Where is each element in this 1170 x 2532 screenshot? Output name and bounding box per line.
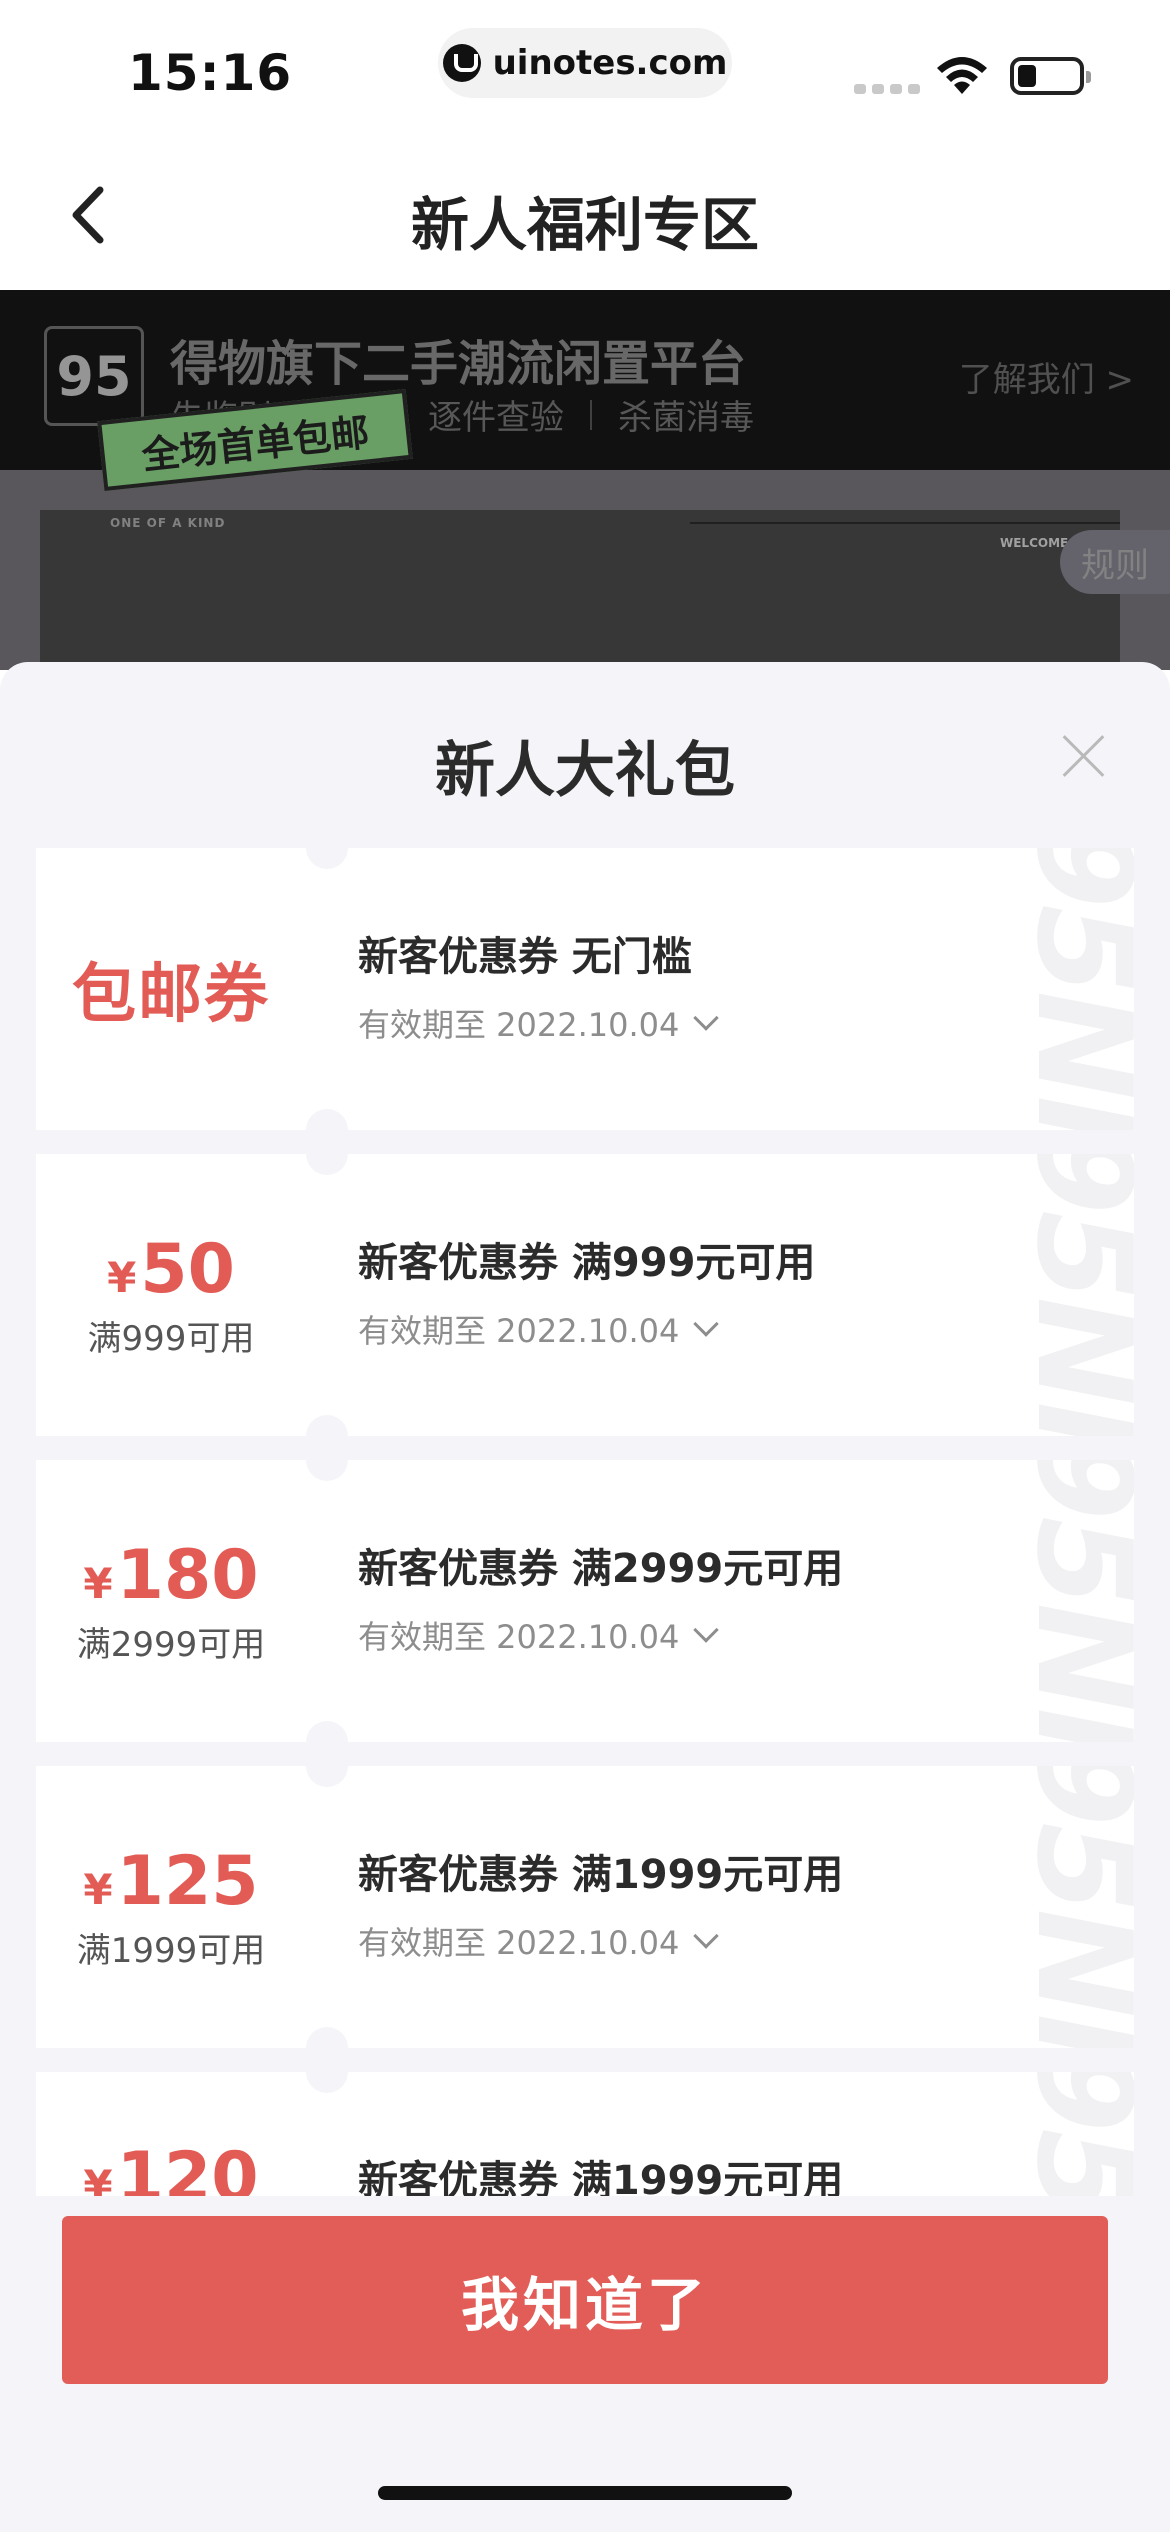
coupon-card: 95NI95NI95 ¥ 180 满2999可用 新客优惠券 满2999元可用 …	[36, 1460, 1134, 1742]
coupon-name: 新客优惠券 满999元可用	[358, 1240, 816, 1286]
chevron-down-icon	[693, 1617, 720, 1643]
wifi-icon	[937, 57, 987, 94]
currency-symbol: ¥	[83, 1559, 113, 1608]
url-text: uinotes.com	[492, 43, 728, 83]
coupon-watermark: 95NI95NI95	[1008, 1766, 1134, 2048]
coupon-price: ¥ 50	[107, 1230, 235, 1309]
site-logo-icon	[442, 44, 481, 82]
coupon-watermark: 95NI95NI95	[1008, 1460, 1134, 1742]
coupon-name: 新客优惠券 满1999元可用	[358, 2158, 844, 2196]
coupon-watermark: 95NI95NI95	[1008, 848, 1134, 1130]
coupon-amount: 180	[116, 1536, 259, 1615]
coupon-amount: 125	[116, 1842, 259, 1921]
coupon-card: 95NI95NI95 包邮券 新客优惠券 无门槛 有效期至 2022.10.04	[36, 848, 1134, 1130]
coupon-name: 新客优惠券 满1999元可用	[358, 1852, 844, 1898]
coupon-face: ¥ 120	[36, 2072, 306, 2196]
currency-symbol: ¥	[83, 2161, 113, 2196]
coupon-condition: 满1999可用	[76, 1931, 266, 1971]
coupon-validity-text: 有效期至 2022.10.04	[358, 1006, 680, 1044]
coupon-condition: 满999可用	[87, 1319, 255, 1359]
coupon-price: ¥ 125	[83, 1842, 258, 1921]
coupon-face: 包邮券	[36, 848, 306, 1130]
coupon-face: ¥ 50 满999可用	[36, 1154, 306, 1436]
page-title: 新人福利专区	[410, 191, 759, 259]
coupon-watermark: 95NI95NI95	[1008, 2072, 1134, 2196]
coupon-list: 95NI95NI95 包邮券 新客优惠券 无门槛 有效期至 2022.10.04…	[36, 848, 1134, 2196]
sheet-footer: 我知道了	[0, 2196, 1170, 2532]
currency-symbol: ¥	[107, 1253, 137, 1302]
background-page: 95 得物旗下二手潮流闲置平台 先鉴别后发货 逐件查验 杀菌消毒 了解我们 > …	[0, 290, 1170, 670]
dim-overlay	[0, 290, 1170, 670]
gift-pack-sheet: 新人大礼包 95NI95NI95 包邮券 新客优惠券 无门槛 有效期至 2022…	[0, 662, 1170, 2532]
coupon-face-label: 包邮券	[72, 958, 270, 1032]
coupon-validity-text: 有效期至 2022.10.04	[358, 1312, 680, 1350]
status-bar: 15:16 uinotes.com	[0, 0, 1170, 140]
coupon-name: 新客优惠券 无门槛	[358, 934, 692, 980]
nav-bar: 新人福利专区	[0, 140, 1170, 290]
cellular-signal-icon	[854, 84, 920, 94]
close-icon[interactable]	[1060, 732, 1108, 780]
home-indicator	[378, 2486, 792, 2500]
coupon-card: 95NI95NI95 ¥ 50 满999可用 新客优惠券 满999元可用 有效期…	[36, 1154, 1134, 1436]
coupon-validity[interactable]: 有效期至 2022.10.04	[358, 1612, 720, 1658]
coupon-watermark: 95NI95NI95	[1008, 1154, 1134, 1436]
coupon-card: 95NI95NI95 ¥ 125 满1999可用 新客优惠券 满1999元可用 …	[36, 1766, 1134, 2048]
chevron-down-icon	[693, 1005, 720, 1031]
url-pill[interactable]: uinotes.com	[438, 28, 732, 98]
chevron-down-icon	[693, 1923, 720, 1949]
coupon-validity[interactable]: 有效期至 2022.10.04	[358, 1306, 720, 1352]
coupon-validity-text: 有效期至 2022.10.04	[358, 1618, 680, 1656]
currency-symbol: ¥	[83, 1865, 113, 1914]
sheet-title: 新人大礼包	[435, 736, 735, 806]
coupon-price: ¥ 120	[83, 2138, 258, 2196]
status-time: 15:16	[128, 44, 293, 102]
coupon-card: 95NI95NI95 ¥ 120 新客优惠券 满1999元可用	[36, 2072, 1134, 2196]
coupon-condition: 满2999可用	[76, 1625, 266, 1665]
coupon-amount: 50	[140, 1230, 235, 1309]
coupon-validity[interactable]: 有效期至 2022.10.04	[358, 1000, 720, 1046]
coupon-validity[interactable]: 有效期至 2022.10.04	[358, 1918, 720, 1964]
confirm-button[interactable]: 我知道了	[62, 2216, 1108, 2384]
coupon-face: ¥ 180 满2999可用	[36, 1460, 306, 1742]
coupon-validity-text: 有效期至 2022.10.04	[358, 1924, 680, 1962]
coupon-amount: 120	[116, 2138, 259, 2196]
coupon-price: ¥ 180	[83, 1536, 258, 1615]
chevron-down-icon	[693, 1311, 720, 1337]
coupon-face: ¥ 125 满1999可用	[36, 1766, 306, 2048]
coupon-name: 新客优惠券 满2999元可用	[358, 1546, 844, 1592]
battery-icon	[1010, 57, 1091, 95]
